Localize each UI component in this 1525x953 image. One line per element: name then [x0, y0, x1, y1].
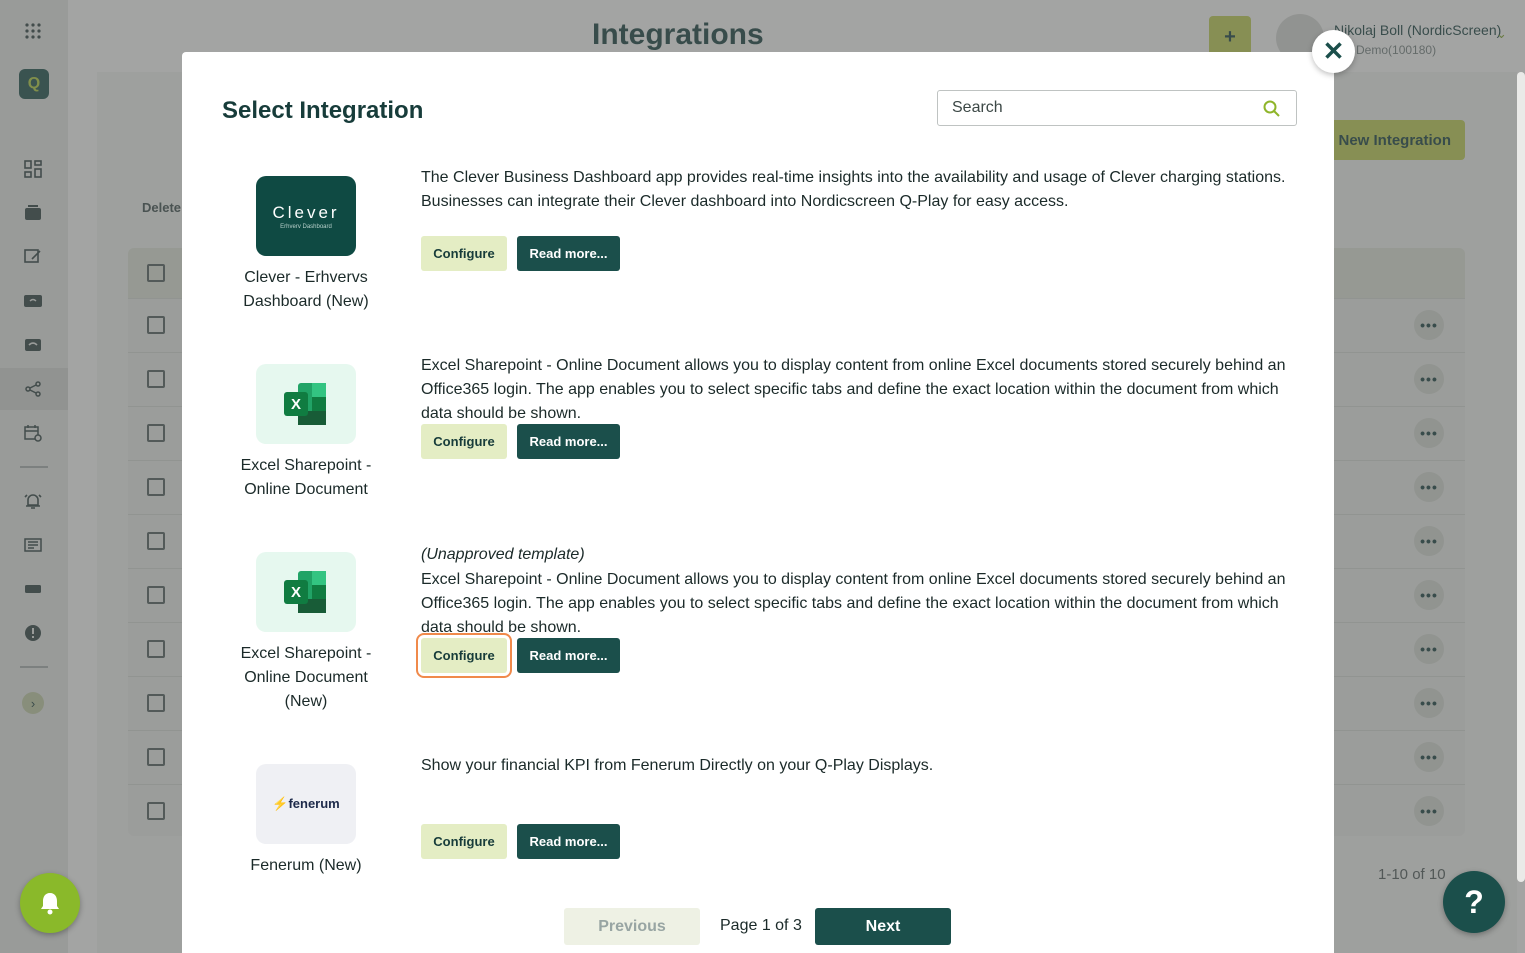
integration-item-fenerum: ⚡fenerum Fenerum (New) Show your financi… — [182, 757, 1334, 894]
svg-text:X: X — [291, 584, 301, 601]
integration-description: Excel Sharepoint - Online Document allow… — [421, 571, 1286, 636]
excel-logo: X — [256, 364, 356, 444]
read-more-button[interactable]: Read more... — [517, 424, 620, 459]
page-indicator: Page 1 of 3 — [720, 917, 802, 934]
search-icon[interactable] — [1262, 99, 1282, 119]
svg-text:X: X — [291, 396, 301, 413]
integration-item-excel-sharepoint-new: X Excel Sharepoint - Online Document (Ne… — [182, 546, 1334, 752]
excel-icon: X — [284, 571, 326, 613]
bolt-icon: ⚡ — [272, 796, 289, 811]
integration-name: Excel Sharepoint - Online Document (New) — [240, 645, 372, 710]
read-more-button[interactable]: Read more... — [517, 824, 620, 859]
integration-description: Excel Sharepoint - Online Document allow… — [421, 357, 1286, 422]
previous-button[interactable]: Previous — [564, 908, 700, 945]
configure-button[interactable]: Configure — [421, 424, 507, 459]
configure-button[interactable]: Configure — [416, 633, 512, 678]
integration-name: Fenerum (New) — [250, 857, 362, 874]
help-button[interactable]: ? — [1443, 871, 1505, 933]
integration-item-excel-sharepoint: X Excel Sharepoint - Online Document Exc… — [182, 357, 1334, 544]
search-input[interactable] — [938, 91, 1258, 125]
integration-name: Excel Sharepoint - Online Document — [240, 457, 372, 498]
search-field[interactable] — [937, 90, 1297, 126]
scrollbar[interactable] — [1517, 72, 1525, 882]
select-integration-modal: Select Integration Clever Erhverv Dashbo… — [182, 52, 1334, 953]
excel-icon: X — [284, 383, 326, 425]
next-button[interactable]: Next — [815, 908, 951, 945]
integration-name: Clever - Erhvervs Dashboard (New) — [243, 269, 369, 310]
clever-logo: Clever Erhverv Dashboard — [256, 176, 356, 256]
read-more-button[interactable]: Read more... — [517, 236, 620, 271]
close-icon[interactable]: ✕ — [1312, 30, 1355, 73]
configure-button[interactable]: Configure — [421, 236, 507, 271]
read-more-button[interactable]: Read more... — [517, 638, 620, 673]
modal-title: Select Integration — [222, 97, 424, 124]
integration-item-clever: Clever Erhverv Dashboard Clever - Erhver… — [182, 169, 1334, 356]
excel-logo: X — [256, 552, 356, 632]
notification-bell-icon[interactable] — [20, 873, 80, 933]
configure-button[interactable]: Configure — [421, 824, 507, 859]
integration-description: The Clever Business Dashboard app provid… — [421, 169, 1286, 210]
integration-description: Show your financial KPI from Fenerum Dir… — [421, 757, 934, 774]
unapproved-template-note: (Unapproved template) — [421, 546, 585, 563]
fenerum-logo: ⚡fenerum — [256, 764, 356, 844]
